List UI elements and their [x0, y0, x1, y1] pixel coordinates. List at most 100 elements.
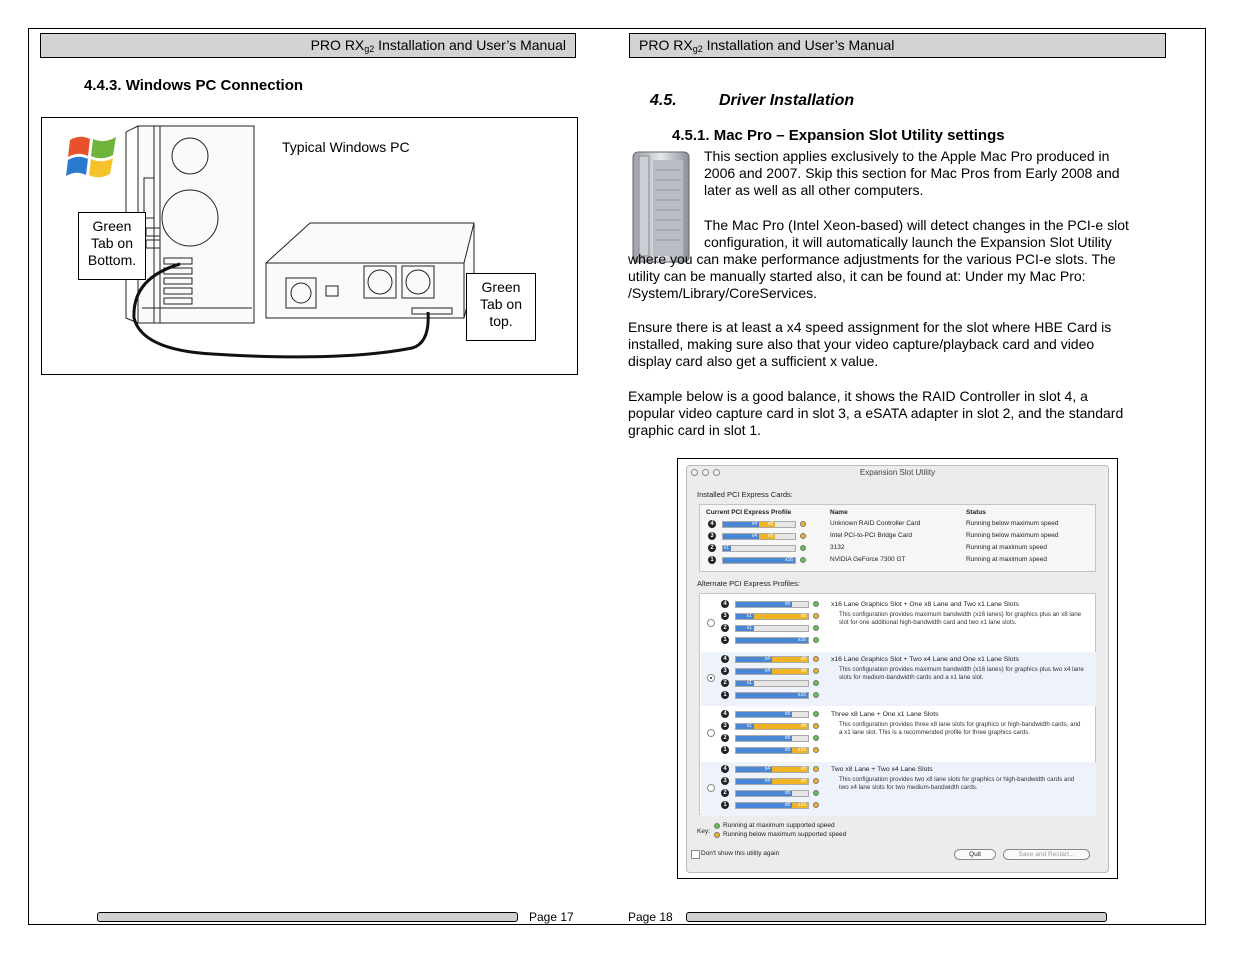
p2-line-3: where you can make performance adjustmen… [628, 251, 1116, 267]
p2-line-4: utility can be manually started also, it… [628, 268, 1086, 284]
installed-cards-label: Installed PCI Express Cards: [697, 490, 793, 499]
dont-show-checkbox[interactable] [691, 850, 700, 859]
lane-segment-max: x8 [772, 767, 808, 772]
lane-bar: x8 x16 [735, 747, 809, 754]
left-page-number: Page 17 [529, 910, 574, 924]
lane-segment-current: x1 [736, 614, 754, 619]
p4-line-3: graphic card in slot 1. [628, 422, 762, 438]
slot-number: 1 [721, 691, 729, 699]
status-led-icon [800, 545, 806, 551]
card-status: Running at maximum speed [966, 544, 1047, 551]
left-header-subscript: g2 [364, 44, 375, 54]
lane-bar: x1 x8 [735, 723, 809, 730]
installed-card-row: 4 x4 x8 Unknown RAID Controller Card Running… [700, 520, 1095, 530]
p1-line-2: 2006 and 2007. Skip this section for Mac… [704, 165, 1120, 181]
paragraph-4: Example below is a good balance, it show… [628, 388, 1123, 439]
lane-segment-current: x4 [723, 522, 759, 527]
lane-segment-current: x8 [736, 602, 792, 607]
lane-segment-current: x16 [736, 638, 808, 643]
status-led-icon [813, 790, 819, 796]
lane-bar: x4 x8 [722, 521, 796, 528]
alternate-profiles-panel: 4 x8 3 x1 x8 2 x1 1 x16 x16 Lane Graphics Slot + … [699, 593, 1096, 816]
p4-line-2: popular video capture card in slot 3, a … [628, 405, 1124, 421]
status-led-icon [813, 625, 819, 631]
lane-segment-max: x8 [772, 669, 808, 674]
expansion-slot-utility-figure: Expansion Slot Utility Installed PCI Exp… [677, 458, 1118, 879]
windows-pc-figure: Typical Windows PC Green Tab on Bottom. … [41, 117, 578, 375]
profile-option[interactable]: 4 x4 x8 3 x4 x8 2 x8 1 x8 x16 Two x8 Lane + Two x4 … [701, 762, 1096, 816]
quit-button[interactable]: Quit [954, 849, 996, 860]
profile-radio[interactable] [707, 729, 715, 737]
expansion-slot-utility-window: Expansion Slot Utility Installed PCI Exp… [686, 465, 1109, 873]
profile-radio[interactable] [707, 619, 715, 627]
lane-segment-current: x1 [736, 626, 754, 631]
left-header-title: PRO RX [310, 37, 365, 53]
lane-bar: x4 x8 [722, 533, 796, 540]
slot-number: 4 [721, 765, 729, 773]
mac-pro-subheading: 4.5.1. Mac Pro – Expansion Slot Utility … [672, 127, 1005, 144]
card-status: Running below maximum speed [966, 532, 1059, 539]
slot-number: 2 [708, 544, 716, 552]
alternate-profiles-label: Alternate PCI Express Profiles: [697, 579, 800, 588]
card-name: Unknown RAID Controller Card [830, 520, 921, 527]
lane-segment-current: x4 [736, 669, 772, 674]
card-name: Intel PCI-to-PCI Bridge Card [830, 532, 913, 539]
installed-card-row: 3 x4 x8 Intel PCI-to-PCI Bridge Card Running… [700, 532, 1095, 542]
status-led-icon [813, 747, 819, 753]
slot-number: 4 [721, 710, 729, 718]
slot-number: 2 [721, 624, 729, 632]
p1-line-3: later as well as all other computers. [704, 182, 924, 198]
lane-segment-current: x4 [723, 534, 759, 539]
slot-number: 3 [721, 612, 729, 620]
p2-line-5: /System/Library/CoreServices. [628, 285, 818, 301]
p3-line-2: installed, making sure also that your vi… [628, 336, 1095, 352]
status-led-icon [813, 656, 819, 662]
installed-card-row: 1 x16 NVIDIA GeForce 7300 GT Running at max… [700, 556, 1095, 566]
lane-segment-current: x4 [736, 767, 772, 772]
right-footer-bar [686, 912, 1107, 922]
left-footer-bar [97, 912, 518, 922]
profile-option[interactable]: 4 x8 3 x1 x8 2 x8 1 x8 x16 Three x8 Lane + One x1 … [701, 707, 1096, 761]
slot-number: 3 [721, 722, 729, 730]
section-number: 4.5. [650, 92, 677, 109]
callout-top-line-1: Green [481, 279, 521, 295]
lane-segment-max: x8 [772, 657, 808, 662]
dont-show-label: Don't show this utility again [701, 850, 780, 857]
profile-description: This configuration provides three x8 lan… [839, 721, 1081, 736]
p1-line-1: This section applies exclusively to the … [704, 148, 1110, 164]
callout-green-tab-bottom: Green Tab on Bottom. [78, 212, 146, 280]
lane-segment-current: x16 [723, 558, 795, 563]
left-header-bar: PRO RXg2 Installation and User’s Manual [40, 33, 576, 58]
status-led-icon [813, 778, 819, 784]
lane-bar: x4 x8 [735, 656, 809, 663]
slot-number: 1 [721, 746, 729, 754]
paragraph-2-cont: where you can make performance adjustmen… [628, 251, 1116, 302]
lane-bar: x4 x8 [735, 778, 809, 785]
callout-bottom-line-3: Bottom. [87, 252, 137, 268]
lane-segment-current: x1 [736, 724, 754, 729]
status-led-icon [813, 613, 819, 619]
p2-line-1: The Mac Pro (Intel Xeon-based) will dete… [704, 217, 1129, 233]
profile-option[interactable]: 4 x8 3 x1 x8 2 x1 1 x16 x16 Lane Graphics Slot + … [701, 597, 1096, 651]
profile-radio[interactable] [707, 784, 715, 792]
save-and-restart-button[interactable]: Save and Restart... [1003, 849, 1090, 860]
col-name-header: Name [830, 509, 848, 516]
lane-bar: x1 x8 [735, 613, 809, 620]
slot-number: 1 [721, 801, 729, 809]
installed-cards-panel: Current PCI Express Profile Name Status … [699, 504, 1096, 572]
profile-option[interactable]: 4 x4 x8 3 x4 x8 2 x1 1 x16 x16 Lane Graphics Slot … [701, 652, 1096, 706]
key-ok-icon [714, 823, 720, 829]
col-status-header: Status [966, 509, 986, 516]
section-title: Driver Installation [719, 92, 855, 109]
lane-segment-max: x8 [772, 779, 808, 784]
windows-pc-heading: 4.4.3. Windows PC Connection [84, 77, 304, 94]
lane-segment-current: x8 [736, 803, 792, 808]
lane-bar: x1 [735, 680, 809, 687]
key-below-text: Running below maximum supported speed [723, 831, 847, 838]
profile-radio[interactable] [707, 674, 715, 682]
right-page-number: Page 18 [628, 910, 673, 924]
status-led-icon [813, 668, 819, 674]
lane-bar: x16 [722, 557, 796, 564]
right-header-bar: PRO RXg2 Installation and User’s Manual [629, 33, 1166, 58]
key-label: Key: [697, 828, 711, 835]
